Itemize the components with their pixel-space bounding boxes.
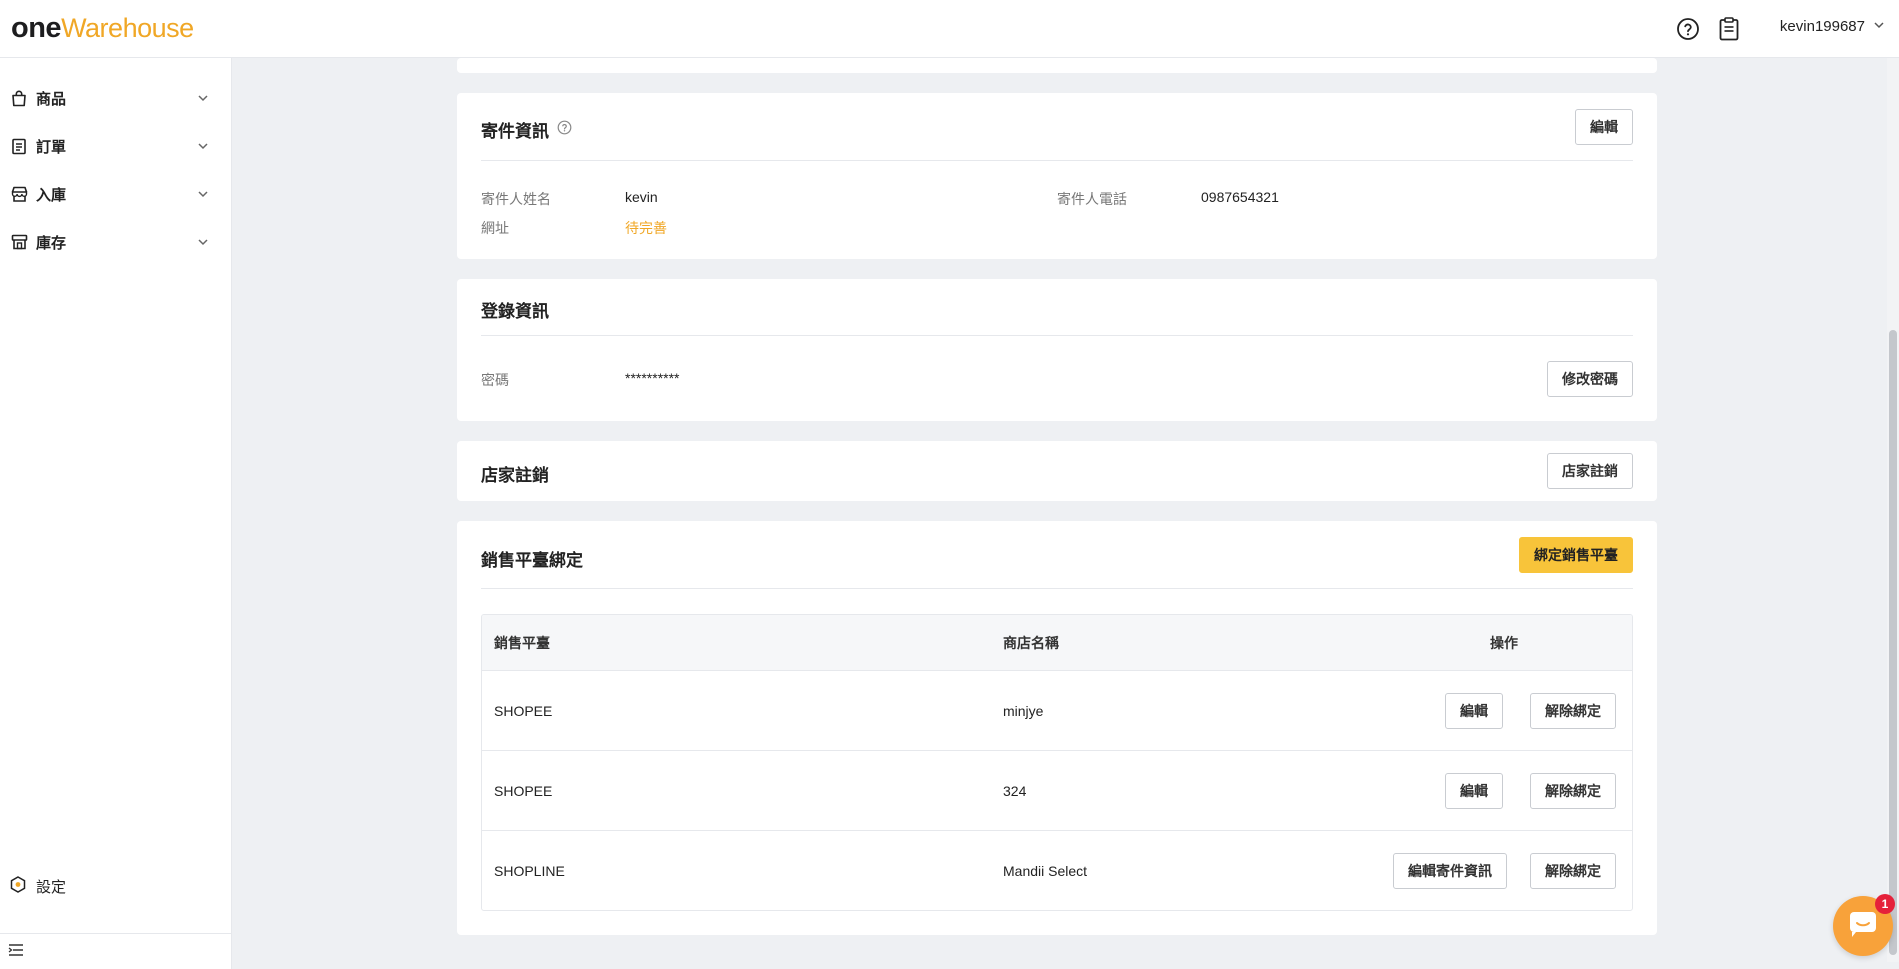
edit-sender-button[interactable]: 編輯 — [1575, 109, 1633, 145]
store-deregister-panel: 店家註銷 店家註銷 — [457, 441, 1657, 501]
notification-badge: 1 — [1875, 894, 1895, 914]
platform-binding-panel: 銷售平臺綁定 綁定銷售平臺 銷售平臺 商店名稱 操作 SHOPEE minjye… — [457, 521, 1657, 935]
sender-info-title: 寄件資訊 — [481, 122, 549, 141]
chevron-down-icon — [195, 138, 211, 154]
store-cell: Mandii Select — [1003, 863, 1088, 879]
previous-panel — [457, 58, 1657, 73]
chevron-down-icon — [195, 186, 211, 202]
help-icon[interactable] — [1674, 15, 1702, 43]
platform-cell: SHOPEE — [494, 703, 553, 719]
logo-part-warehouse: Warehouse — [61, 13, 194, 43]
username: kevin199687 — [1779, 18, 1865, 35]
edit-sender-info-button[interactable]: 編輯寄件資訊 — [1393, 853, 1507, 889]
sidebar-item-label: 入庫 — [36, 186, 67, 204]
sender-info-panel: 寄件資訊 編輯 寄件人姓名 kevin 寄件人電話 0987654321 網址 … — [457, 93, 1657, 259]
platform-table: 銷售平臺 商店名稱 操作 SHOPEE minjye 編輯 解除綁定 SHOPE… — [481, 614, 1633, 911]
password-label: 密碼 — [481, 372, 509, 388]
sidebar-item-label: 設定 — [36, 878, 67, 896]
sidebar-collapse-button[interactable] — [0, 933, 231, 969]
store-cell: minjye — [1003, 703, 1044, 719]
table-row: SHOPLINE Mandii Select 編輯寄件資訊 解除綁定 — [482, 831, 1632, 910]
unbind-button[interactable]: 解除綁定 — [1530, 693, 1616, 729]
sidebar-item-label: 商品 — [36, 90, 67, 108]
change-password-button[interactable]: 修改密碼 — [1547, 361, 1633, 397]
user-menu[interactable]: kevin199687 — [1780, 18, 1885, 35]
help-circle-icon[interactable] — [557, 120, 572, 140]
order-list-icon — [10, 137, 28, 155]
logo-part-one: one — [11, 12, 62, 44]
divider — [481, 335, 1633, 336]
address-label: 網址 — [481, 220, 509, 236]
platform-cell: SHOPEE — [494, 783, 553, 799]
store-deregister-title: 店家註銷 — [481, 466, 549, 485]
password-value: ********** — [625, 370, 680, 386]
chevron-down-icon — [195, 234, 211, 250]
sidebar-item-products[interactable]: 商品 — [0, 78, 231, 118]
table-header: 銷售平臺 商店名稱 操作 — [482, 615, 1632, 671]
chat-bubble-icon — [1848, 910, 1878, 942]
sender-name-label: 寄件人姓名 — [481, 191, 551, 207]
sidebar-item-orders[interactable]: 訂單 — [0, 126, 231, 166]
logo[interactable]: oneWarehouse — [11, 12, 194, 44]
warehouse-store-icon — [10, 233, 28, 251]
login-info-title: 登錄資訊 — [481, 302, 549, 321]
edit-button[interactable]: 編輯 — [1445, 773, 1503, 809]
login-info-panel: 登錄資訊 密碼 ********** 修改密碼 — [457, 279, 1657, 421]
clipboard-icon[interactable] — [1715, 15, 1743, 43]
unbind-button[interactable]: 解除綁定 — [1530, 853, 1616, 889]
scrollbar-thumb[interactable] — [1889, 330, 1897, 955]
sidebar-item-inbound[interactable]: 入庫 — [0, 174, 231, 214]
edit-button[interactable]: 編輯 — [1445, 693, 1503, 729]
sidebar-item-label: 庫存 — [36, 234, 67, 252]
platform-binding-title: 銷售平臺綁定 — [481, 551, 583, 570]
menu-collapse-icon — [8, 943, 24, 961]
sender-phone-label: 寄件人電話 — [1057, 191, 1127, 207]
column-header-platform: 銷售平臺 — [494, 635, 550, 651]
divider — [481, 160, 1633, 161]
bind-platform-button[interactable]: 綁定銷售平臺 — [1519, 537, 1633, 573]
column-header-store: 商店名稱 — [1003, 635, 1059, 651]
column-header-actions: 操作 — [1490, 635, 1518, 651]
sidebar-item-settings[interactable]: 設定 — [0, 866, 231, 906]
sidebar: 商品 訂單 入庫 庫存 設定 — [0, 58, 232, 969]
table-row: SHOPEE 324 編輯 解除綁定 — [482, 751, 1632, 831]
sender-info-heading: 寄件資訊 — [481, 117, 572, 142]
table-row: SHOPEE minjye 編輯 解除綁定 — [482, 671, 1632, 751]
unbind-button[interactable]: 解除綁定 — [1530, 773, 1616, 809]
address-value: 待完善 — [625, 220, 667, 236]
sidebar-item-inventory[interactable]: 庫存 — [0, 222, 231, 262]
sidebar-item-label: 訂單 — [36, 138, 67, 156]
sender-phone-value: 0987654321 — [1201, 189, 1279, 205]
chevron-down-icon — [195, 90, 211, 106]
top-header: oneWarehouse kevin199687 — [0, 0, 1899, 58]
shopping-bag-icon — [10, 89, 28, 107]
chevron-down-icon — [1873, 18, 1885, 35]
settings-hexagon-icon — [10, 875, 26, 897]
platform-cell: SHOPLINE — [494, 863, 565, 879]
store-cell: 324 — [1003, 783, 1027, 799]
store-deregister-button[interactable]: 店家註銷 — [1547, 453, 1633, 489]
inbound-store-icon — [10, 185, 28, 203]
sender-name-value: kevin — [625, 189, 658, 205]
divider — [481, 588, 1633, 589]
